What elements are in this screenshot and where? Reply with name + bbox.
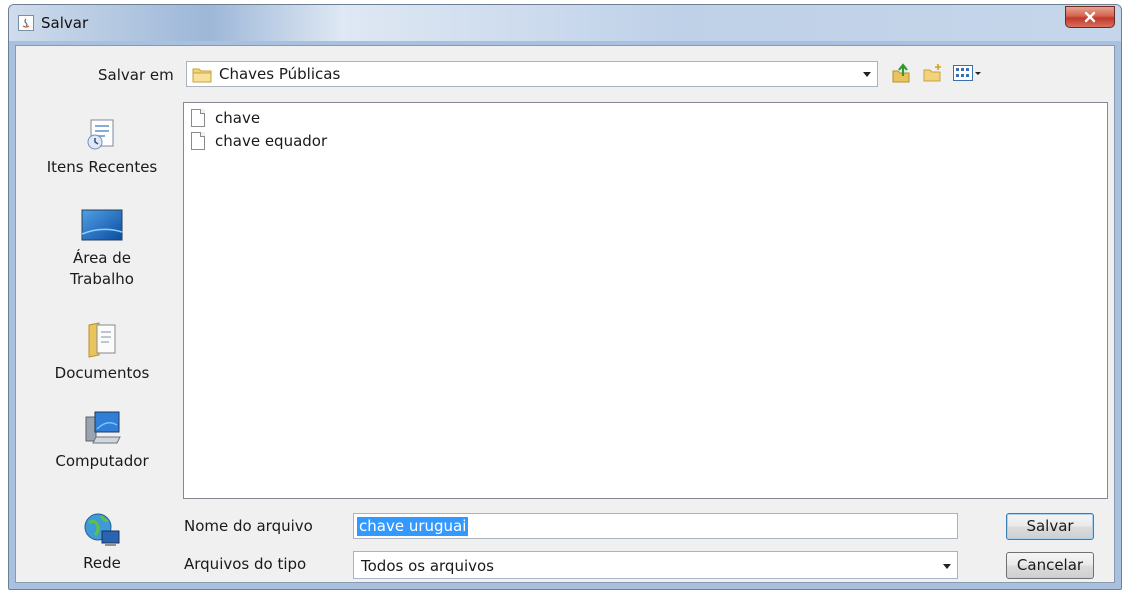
view-menu-icon	[953, 65, 981, 81]
close-button[interactable]	[1065, 6, 1115, 28]
documents-icon	[88, 322, 116, 358]
file-type-select[interactable]: Todos os arquivos	[353, 551, 958, 579]
save-button[interactable]: Salvar	[1006, 513, 1094, 540]
file-name-value: chave uruguai	[357, 517, 469, 536]
dialog-body: Salvar em Chaves Públicas Itens Recentes	[15, 45, 1115, 583]
cancel-button[interactable]: Cancelar	[1006, 552, 1094, 579]
file-type-label: Arquivos do tipo	[184, 555, 307, 573]
file-name: chave equador	[215, 132, 328, 150]
save-button-label: Salvar	[1026, 517, 1074, 535]
place-documents[interactable]: Documentos	[39, 319, 165, 384]
view-menu-button[interactable]	[951, 61, 983, 85]
file-item[interactable]: chave equador	[191, 131, 327, 151]
file-name: chave	[215, 109, 261, 127]
save-dialog: Salvar Salvar em Chaves Públicas Itens R…	[8, 4, 1122, 590]
place-label: Rede	[83, 554, 121, 572]
look-in-label: Salvar em	[98, 66, 174, 84]
cancel-button-label: Cancelar	[1016, 556, 1084, 574]
place-label: Documentos	[54, 364, 150, 382]
file-type-value: Todos os arquivos	[361, 557, 494, 575]
file-item[interactable]: chave	[191, 108, 260, 128]
title-bar[interactable]: Salvar	[9, 5, 1121, 41]
window-title: Salvar	[41, 14, 89, 32]
place-recent-items[interactable]: Itens Recentes	[39, 115, 165, 178]
file-icon	[191, 109, 205, 127]
new-folder-button[interactable]	[921, 61, 945, 85]
look-in-combo[interactable]: Chaves Públicas	[186, 61, 878, 87]
place-computer[interactable]: Computador	[39, 409, 165, 472]
up-one-level-icon	[892, 63, 910, 83]
network-icon	[84, 513, 120, 546]
chevron-down-icon[interactable]	[863, 72, 871, 77]
folder-icon	[192, 66, 212, 87]
close-icon	[1084, 11, 1096, 23]
place-label: Computador	[55, 452, 149, 470]
up-one-level-button[interactable]	[889, 61, 913, 85]
file-name-label: Nome do arquivo	[184, 517, 313, 535]
file-list[interactable]: chave chave equador	[183, 102, 1108, 499]
places-bar: Itens Recentes Área de Trabalho Document…	[39, 101, 165, 589]
place-label: Área de Trabalho	[70, 249, 134, 288]
java-icon	[18, 15, 34, 31]
place-label: Itens Recentes	[46, 158, 158, 176]
recent-items-icon	[87, 119, 114, 150]
look-in-value: Chaves Públicas	[219, 65, 341, 83]
computer-icon	[85, 411, 121, 444]
file-name-input[interactable]: chave uruguai	[353, 513, 958, 539]
place-desktop[interactable]: Área de Trabalho	[39, 208, 165, 290]
file-icon	[191, 132, 205, 150]
chevron-down-icon[interactable]	[943, 564, 951, 569]
place-network[interactable]: Rede	[39, 511, 165, 574]
new-folder-icon	[923, 64, 941, 82]
desktop-icon	[81, 209, 123, 241]
